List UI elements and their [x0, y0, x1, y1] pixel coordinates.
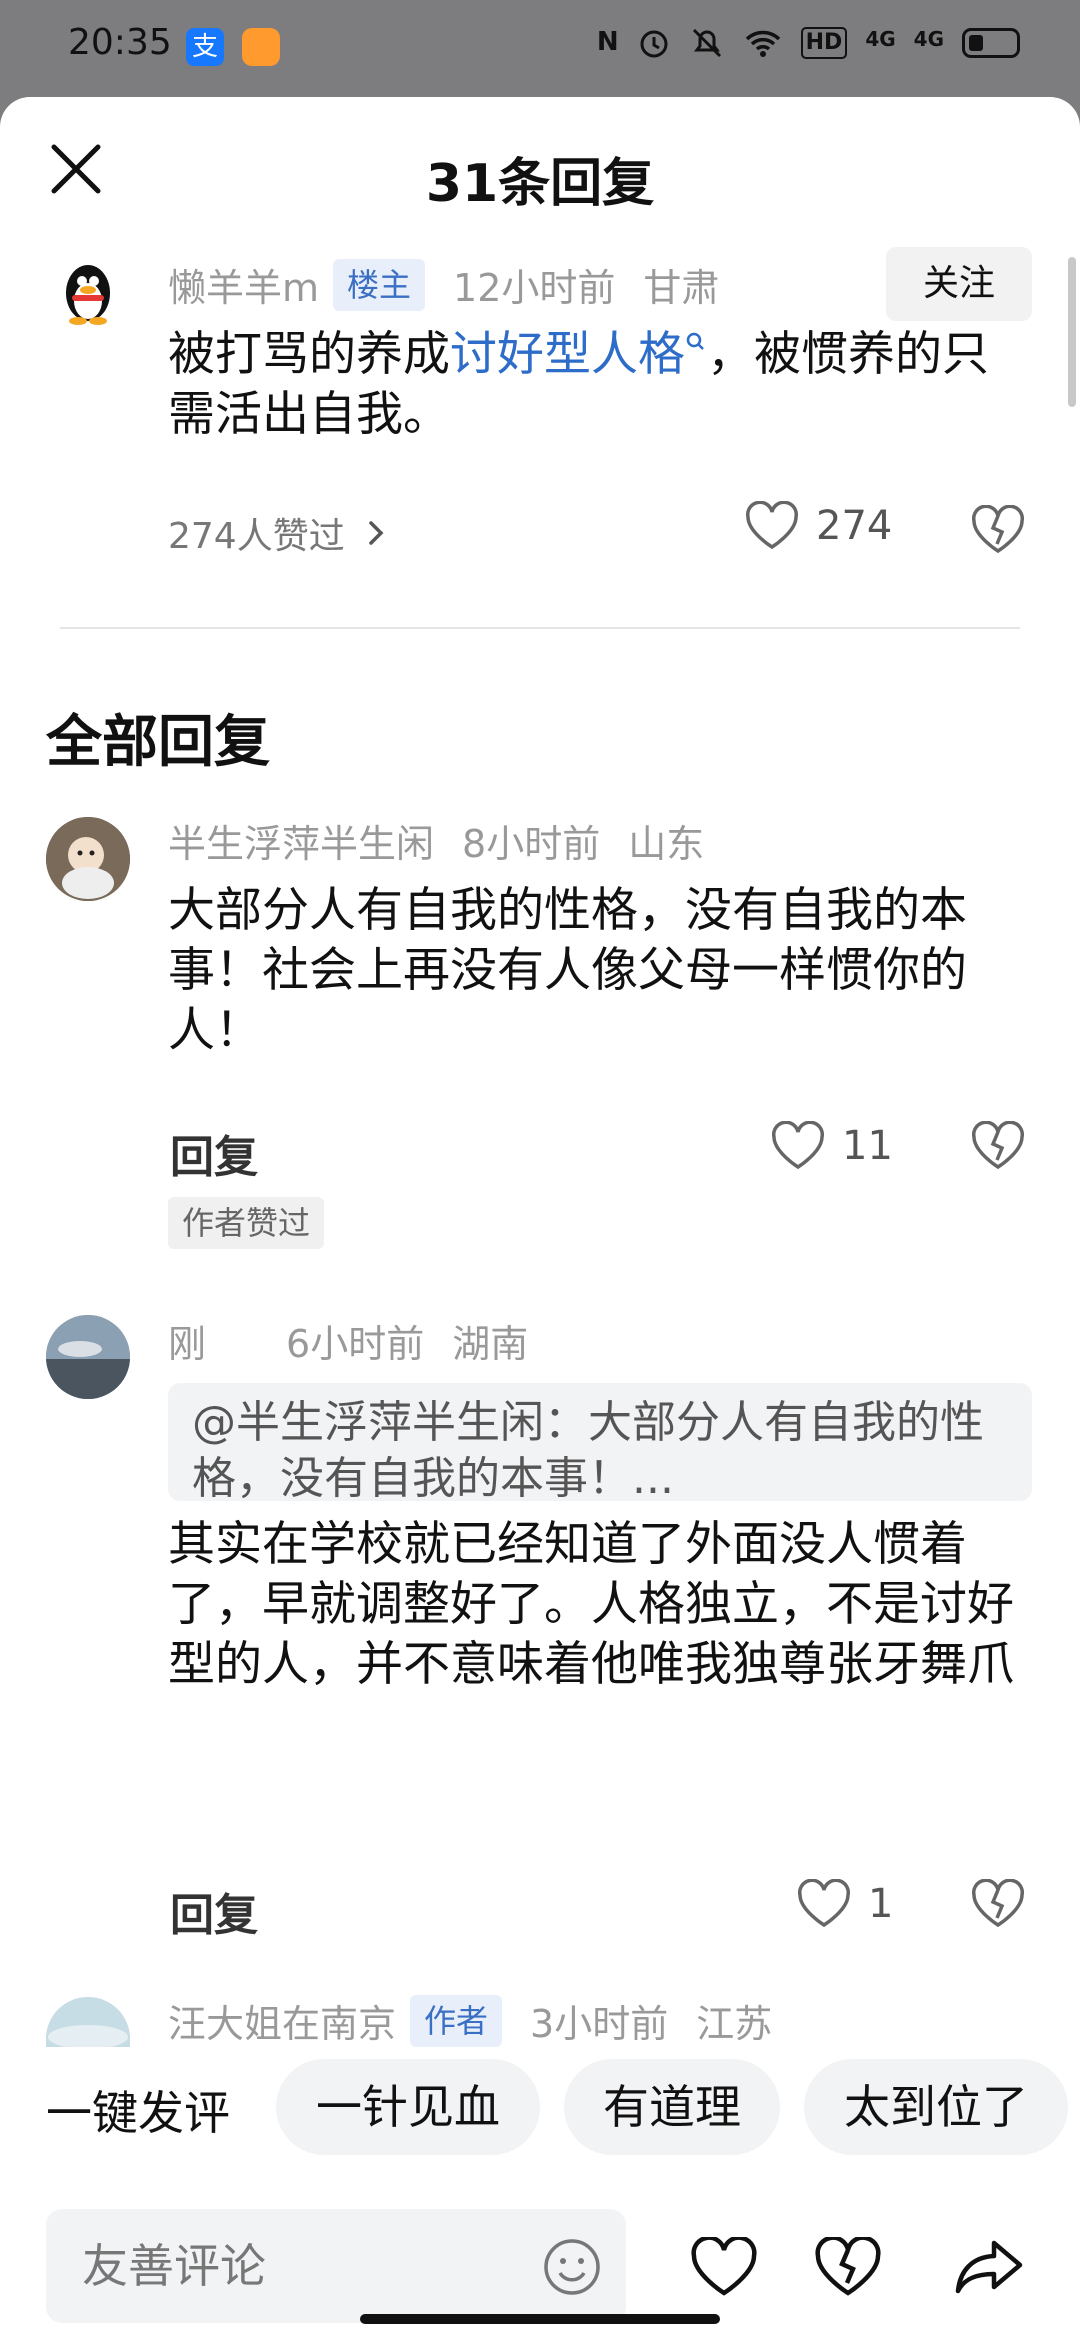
quick-reply-label: 一键发评: [46, 2086, 230, 2140]
status-time: 20:35: [68, 22, 172, 63]
likers-count: 274人赞过: [168, 516, 345, 557]
reply-button[interactable]: 回复: [170, 1879, 258, 1943]
comment-input-bar: 友善评论: [0, 2187, 1080, 2340]
app-icon: [242, 28, 280, 66]
emoji-icon[interactable]: [542, 2237, 602, 2297]
topic-link-label: 讨好型人格: [450, 327, 685, 382]
like-count: 274: [816, 503, 893, 549]
hd-icon: HD: [800, 27, 848, 59]
location: 湖南: [452, 1322, 529, 1366]
home-indicator: [360, 2314, 720, 2324]
alarm-icon: [640, 30, 668, 58]
avatar[interactable]: [46, 817, 130, 901]
baby-avatar-icon: [46, 817, 130, 901]
broken-heart-icon[interactable]: [814, 2237, 882, 2297]
quick-reply-chip[interactable]: 太到位了: [804, 2059, 1068, 2155]
share-icon[interactable]: [954, 2237, 1024, 2297]
quoted-reply[interactable]: @半生浮萍半生闲：大部分人有自我的性格，没有自我的本事！...: [168, 1383, 1032, 1501]
comment-input[interactable]: 友善评论: [46, 2209, 626, 2323]
signal-icon-1: 4G: [865, 27, 896, 51]
battery-icon: [962, 28, 1020, 58]
username[interactable]: 刚: [168, 1313, 206, 1368]
quick-reply-chip[interactable]: 一针见血: [276, 2059, 540, 2155]
reply-text: 其实在学校就已经知道了外面没人惯着了，早就调整好了。人格独立，不是讨好型的人，并…: [168, 1517, 1014, 1692]
username[interactable]: 半生浮萍半生闲: [168, 813, 434, 868]
reply-meta: 汪大姐在南京 作者 3小时前 江苏: [168, 1993, 772, 2048]
reply-button[interactable]: 回复: [170, 1121, 258, 1185]
like-count: 11: [842, 1123, 893, 1169]
section-title: 全部回复: [46, 710, 270, 775]
divider: [60, 627, 1020, 629]
signal-icon-2: 4G: [913, 27, 944, 51]
broken-heart-icon[interactable]: [970, 505, 1026, 555]
penguin-avatar-icon: [66, 265, 110, 325]
location: 甘肃: [643, 266, 720, 310]
broken-heart-icon[interactable]: [970, 1879, 1026, 1929]
wifi-icon: [745, 30, 780, 57]
avatar[interactable]: [46, 1997, 130, 2047]
chevron-right-icon: [368, 521, 384, 545]
header: 31条回复: [0, 97, 1080, 247]
nfc-icon: N: [596, 27, 619, 57]
topic-link[interactable]: 讨好型人格: [450, 327, 707, 382]
broken-heart-icon[interactable]: [970, 1121, 1026, 1171]
reply-text: 大部分人有自我的性格，没有自我的本事！社会上再没有人像父母一样惯你的人！: [168, 883, 967, 1058]
timestamp: 8小时前: [462, 822, 601, 866]
follow-button[interactable]: 关注: [886, 247, 1032, 321]
location: 山东: [628, 822, 705, 866]
status-bar: 20:35 支 N HD 4G 4G: [0, 0, 1080, 95]
page-title: 31条回复: [425, 154, 655, 214]
mute-icon: [692, 28, 721, 58]
heart-icon: [746, 501, 798, 550]
heart-icon[interactable]: [690, 2237, 758, 2297]
author-badge: 作者: [410, 1994, 503, 2047]
timestamp: 6小时前: [286, 1322, 425, 1366]
likers-link[interactable]: 274人赞过: [168, 507, 391, 559]
comment-meta: 懒羊羊m 楼主 12小时前 甘肃: [168, 257, 719, 312]
reply-meta: 半生浮萍半生闲 8小时前 山东: [168, 813, 704, 868]
avatar[interactable]: [46, 1315, 130, 1399]
landscape-avatar-icon: [46, 1315, 130, 1399]
reply-meta: 刚 6小时前 湖南: [168, 1313, 528, 1368]
scrollbar[interactable]: [1068, 257, 1076, 407]
quick-reply-chip[interactable]: 有道理: [564, 2059, 780, 2155]
username[interactable]: 懒羊羊m: [168, 257, 319, 312]
like-count: 1: [868, 1881, 894, 1927]
sky-avatar-icon: [46, 1997, 130, 2047]
reply-sheet: 31条回复 懒羊羊m 楼主 12小时前 甘肃 关注 被打骂的养成讨好型人格 ，被惯…: [0, 97, 1080, 2340]
location: 江苏: [696, 2002, 773, 2046]
like-button[interactable]: 11: [770, 1121, 893, 1171]
comment-text: 被打骂的养成讨好型人格 ，被惯养的只需活出自我。: [168, 325, 1028, 445]
status-icons: N HD 4G 4G: [597, 26, 1020, 60]
heart-icon: [798, 1879, 850, 1928]
author-liked-tag: 作者赞过: [168, 1197, 325, 1249]
timestamp: 12小时前: [453, 266, 616, 310]
search-icon: [686, 332, 704, 350]
avatar[interactable]: [46, 245, 130, 329]
op-badge: 楼主: [333, 258, 426, 311]
like-button[interactable]: 1: [796, 1879, 893, 1929]
timestamp: 3小时前: [530, 2002, 669, 2046]
alipay-icon: 支: [186, 28, 224, 66]
quick-reply-bar: 一键发评 一针见血 有道理 太到位了: [0, 2047, 1080, 2187]
username[interactable]: 汪大姐在南京: [168, 1993, 396, 2048]
heart-icon: [772, 1121, 824, 1170]
comment-text-part: 被打骂的养成: [168, 327, 450, 382]
like-button[interactable]: 274: [744, 501, 892, 551]
